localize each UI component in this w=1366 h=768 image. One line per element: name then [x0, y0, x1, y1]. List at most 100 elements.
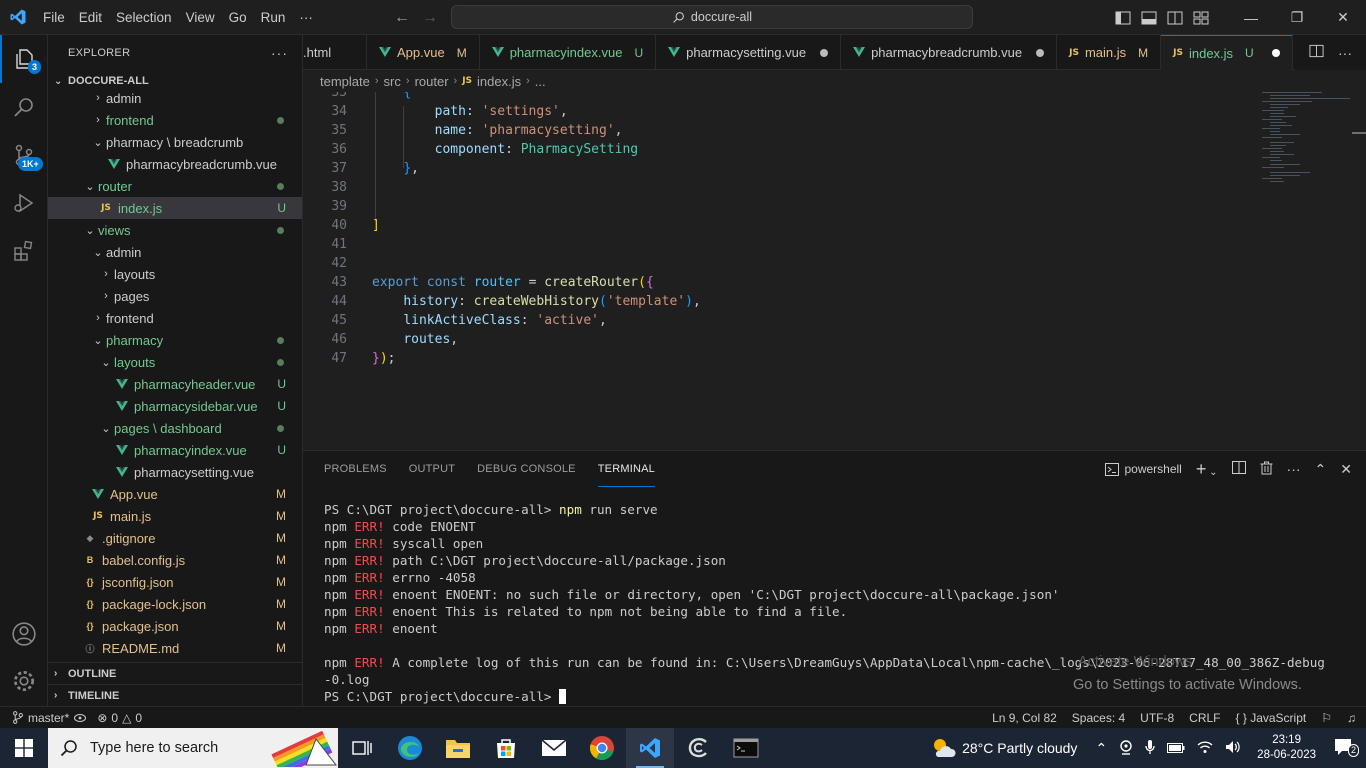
more-actions-icon[interactable]: ··· — [1338, 45, 1352, 61]
folder-row[interactable]: › frontend — [48, 109, 302, 131]
battery-icon[interactable] — [1167, 740, 1185, 756]
terminal-shell-selector[interactable]: powershell — [1105, 462, 1182, 476]
file-row[interactable]: ◆ .gitignore M — [48, 527, 302, 549]
maximize-panel-chevron-up-icon[interactable]: ⌃ — [1315, 461, 1327, 478]
file-explorer-icon[interactable] — [434, 728, 482, 768]
code-editor[interactable]: 33 {34 path: 'settings', 35 name: 'pharma… — [303, 92, 1366, 450]
menu-view[interactable]: View — [179, 0, 222, 35]
explorer-icon[interactable]: 3 — [0, 35, 48, 83]
file-row[interactable]: pharmacyheader.vue U — [48, 373, 302, 395]
mail-icon[interactable] — [530, 728, 578, 768]
notification-center-icon[interactable]: 2 — [1334, 738, 1359, 759]
menu-edit[interactable]: Edit — [72, 0, 109, 35]
manage-gear-icon[interactable] — [0, 657, 48, 705]
windows-start-icon[interactable] — [0, 728, 48, 768]
file-row[interactable]: App.vue M — [48, 483, 302, 505]
kill-terminal-trash-icon[interactable] — [1260, 461, 1273, 478]
editor-tab[interactable]: pharmacyindex.vue U — [480, 35, 657, 70]
end-of-line[interactable]: CRLF — [1189, 711, 1220, 725]
folder-row[interactable]: ⌄ admin — [48, 241, 302, 263]
file-row[interactable]: pharmacysetting.vue — [48, 461, 302, 483]
app-swirl-icon[interactable] — [674, 728, 722, 768]
folder-row[interactable]: ⌄ views — [48, 219, 302, 241]
new-terminal-plus-icon[interactable]: + ⌄ — [1196, 459, 1218, 480]
split-terminal-icon[interactable] — [1231, 461, 1246, 477]
editor-tab[interactable]: JS index.js U — [1161, 35, 1293, 70]
restore-button[interactable]: ❐ — [1274, 0, 1320, 35]
menu-selection[interactable]: Selection — [109, 0, 179, 35]
folder-row[interactable]: › admin — [48, 87, 302, 109]
edge-browser-icon[interactable] — [386, 728, 434, 768]
folder-row[interactable]: › pages — [48, 285, 302, 307]
breadcrumb-item[interactable]: template — [320, 74, 370, 89]
taskbar-search-box[interactable]: Type here to search — [48, 728, 338, 768]
back-arrow-icon[interactable]: ← — [394, 9, 410, 27]
file-row[interactable]: {} package.json M — [48, 615, 302, 637]
close-button[interactable]: ✕ — [1320, 0, 1366, 35]
folder-row[interactable]: ⌄ pharmacy \ breadcrumb — [48, 131, 302, 153]
microsoft-store-icon[interactable] — [482, 728, 530, 768]
task-view-icon[interactable] — [338, 728, 386, 768]
clock[interactable]: 23:19 28-06-2023 — [1257, 733, 1316, 763]
accounts-icon[interactable] — [0, 610, 48, 658]
breadcrumb-item[interactable]: index.js — [477, 74, 521, 89]
unsaved-dot-icon[interactable] — [820, 48, 829, 57]
command-prompt-icon[interactable] — [722, 728, 770, 768]
more-actions-icon[interactable]: ··· — [1287, 461, 1301, 477]
tab-debug-console[interactable]: DEBUG CONSOLE — [477, 451, 576, 487]
editor-tab[interactable]: .html — [303, 35, 367, 70]
file-row[interactable]: pharmacybreadcrumb.vue — [48, 153, 302, 175]
file-row[interactable]: JS index.js U — [48, 197, 302, 219]
editor-tab[interactable]: pharmacysetting.vue — [656, 35, 842, 70]
encoding[interactable]: UTF-8 — [1140, 711, 1174, 725]
file-row[interactable]: pharmacysidebar.vue U — [48, 395, 302, 417]
weather-widget[interactable]: 28°C Partly cloudy — [930, 737, 1077, 759]
show-hidden-icons-chevron-icon[interactable]: ⌃ — [1095, 740, 1107, 757]
menu-file[interactable]: File — [36, 0, 72, 35]
menu-more[interactable]: ··· — [292, 0, 320, 35]
timeline-section[interactable]: › TIMELINE — [48, 684, 302, 706]
toggle-panel-icon[interactable] — [1136, 0, 1162, 35]
unsaved-dot-icon[interactable] — [1036, 48, 1045, 57]
folder-row[interactable]: ⌄ router — [48, 175, 302, 197]
menu-run[interactable]: Run — [254, 0, 293, 35]
search-icon[interactable] — [0, 83, 48, 131]
editor-tab[interactable]: App.vue M — [367, 35, 480, 70]
cursor-position[interactable]: Ln 9, Col 82 — [992, 711, 1057, 725]
tab-problems[interactable]: PROBLEMS — [324, 451, 387, 487]
outline-section[interactable]: › OUTLINE — [48, 662, 302, 684]
tab-terminal[interactable]: TERMINAL — [597, 451, 655, 487]
toggle-secondary-sidebar-icon[interactable] — [1162, 0, 1188, 35]
indentation[interactable]: Spaces: 4 — [1072, 711, 1125, 725]
feedback-icon[interactable]: ⚐ — [1321, 711, 1332, 725]
file-row[interactable]: JS main.js M — [48, 505, 302, 527]
tab-output[interactable]: OUTPUT — [409, 451, 455, 487]
file-row[interactable]: pharmacyindex.vue U — [48, 439, 302, 461]
file-row[interactable]: Bbabel.config.js M — [48, 549, 302, 571]
more-actions-icon[interactable]: ··· — [271, 45, 288, 61]
editor-tab[interactable]: JS main.js M — [1057, 35, 1162, 70]
wifi-icon[interactable] — [1197, 740, 1213, 757]
file-row[interactable]: ⓘ README.md M — [48, 637, 302, 659]
menu-go[interactable]: Go — [222, 0, 254, 35]
command-center-search[interactable]: doccure-all — [451, 5, 973, 29]
microphone-icon[interactable] — [1145, 739, 1155, 758]
close-panel-icon[interactable]: ✕ — [1340, 461, 1352, 478]
customize-layout-icon[interactable] — [1188, 0, 1214, 35]
breadcrumb-item[interactable]: ... — [535, 74, 546, 89]
folder-row[interactable]: ⌄ pages \ dashboard — [48, 417, 302, 439]
folder-row[interactable]: ⌄ pharmacy — [48, 329, 302, 351]
breadcrumb-item[interactable]: router — [415, 74, 449, 89]
folder-row[interactable]: › layouts — [48, 263, 302, 285]
forward-arrow-icon[interactable]: → — [422, 9, 438, 27]
split-editor-icon[interactable] — [1309, 44, 1324, 61]
source-control-icon[interactable]: 1K+ — [0, 131, 48, 179]
extensions-icon[interactable] — [0, 227, 48, 275]
toggle-primary-sidebar-icon[interactable] — [1110, 0, 1136, 35]
file-row[interactable]: {} package-lock.json M — [48, 593, 302, 615]
notifications-bell-icon[interactable]: ♫ — [1347, 711, 1356, 725]
vscode-taskbar-icon[interactable] — [626, 728, 674, 768]
run-debug-icon[interactable] — [0, 179, 48, 227]
volume-icon[interactable] — [1225, 740, 1241, 757]
minimap[interactable] — [1262, 92, 1352, 192]
